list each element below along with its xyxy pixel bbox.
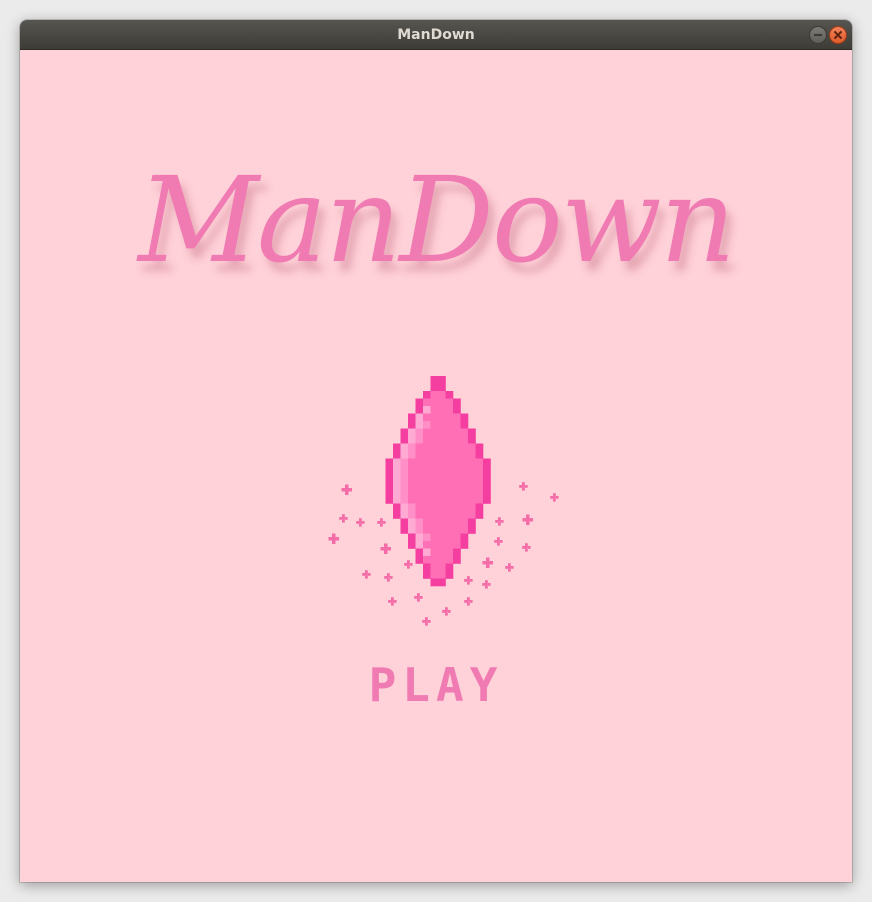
sparkle xyxy=(362,570,371,579)
sparkle xyxy=(522,514,533,525)
sparkle xyxy=(356,518,365,527)
window-title: ManDown xyxy=(397,27,475,43)
sparkle xyxy=(464,597,473,606)
sparkle xyxy=(422,617,431,626)
game-canvas: ManDown PLAY xyxy=(20,50,852,882)
sparkle xyxy=(384,573,393,582)
sparkle xyxy=(388,597,397,606)
minimize-icon[interactable] xyxy=(809,26,827,44)
gem-icon xyxy=(328,376,559,626)
sparkle xyxy=(442,607,451,616)
sparkle xyxy=(414,593,423,602)
sparkle xyxy=(380,543,391,554)
sparkle xyxy=(495,517,504,526)
title-bar[interactable]: ManDown xyxy=(20,20,852,50)
sparkle xyxy=(482,580,491,589)
sparkle xyxy=(494,537,503,546)
sparkle xyxy=(550,493,559,502)
play-button[interactable]: PLAY xyxy=(20,660,852,710)
sparkle xyxy=(505,563,514,572)
sparkle xyxy=(464,576,473,585)
sparkle xyxy=(519,482,528,491)
sparkle xyxy=(328,533,339,544)
sparkle xyxy=(522,543,531,552)
app-window: ManDown ManDown PLAY xyxy=(20,20,852,882)
sparkle xyxy=(404,560,413,569)
sparkle xyxy=(341,484,352,495)
sparkle xyxy=(482,557,493,568)
sparkle xyxy=(339,514,348,523)
sparkle xyxy=(377,518,386,527)
close-icon[interactable] xyxy=(829,26,847,44)
